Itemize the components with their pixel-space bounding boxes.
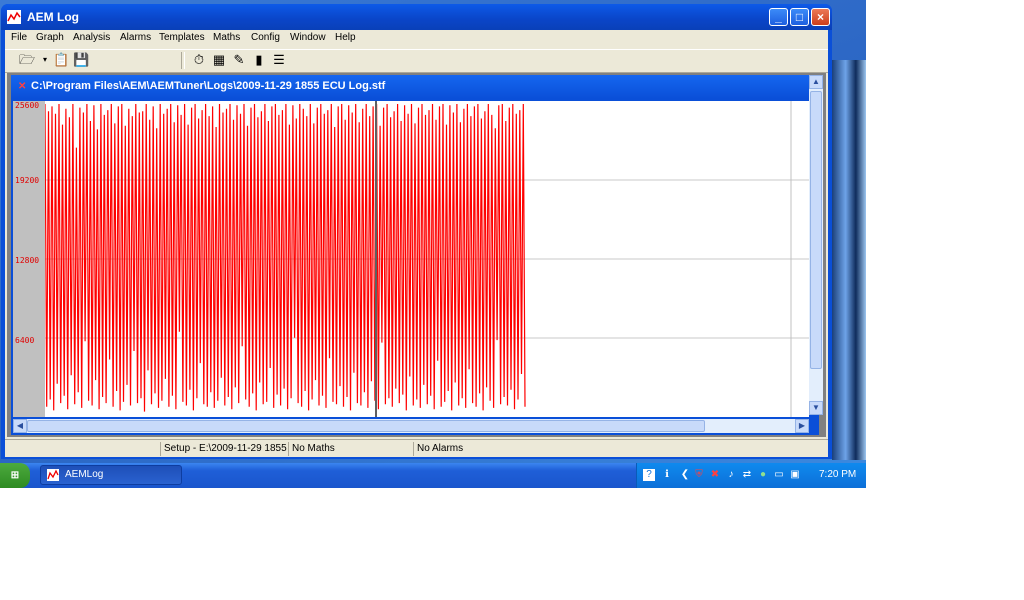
- window-title: AEM Log: [27, 10, 79, 24]
- pencil-icon[interactable]: ✎: [231, 52, 247, 68]
- close-button[interactable]: ×: [811, 8, 830, 26]
- y-axis: 25600 19200 12800 6400: [13, 101, 45, 417]
- menu-config[interactable]: Config: [251, 32, 280, 43]
- list-icon[interactable]: ☰: [271, 52, 287, 68]
- y-tick-label: 6400: [15, 336, 35, 345]
- scroll-left-button[interactable]: ◀: [13, 419, 27, 433]
- status-setup: Setup - E:\2009-11-29 1855: [160, 442, 287, 456]
- back-arrow-icon[interactable]: ❮: [679, 469, 691, 481]
- maximize-icon: □: [795, 10, 804, 24]
- info-icon[interactable]: ℹ: [661, 469, 673, 481]
- menu-alarms[interactable]: Alarms: [120, 32, 151, 43]
- horizontal-scroll-thumb[interactable]: [27, 420, 705, 432]
- menu-graph[interactable]: Graph: [36, 32, 64, 43]
- menu-window[interactable]: Window: [290, 32, 326, 43]
- app-client-area: File Graph Analysis Alarms Templates Mat…: [5, 30, 828, 457]
- menu-templates[interactable]: Templates: [159, 32, 205, 43]
- toolbar-separator: [181, 52, 185, 69]
- table-icon[interactable]: ▦: [211, 52, 227, 68]
- dropdown-arrow-icon[interactable]: ▾: [37, 52, 53, 68]
- save-icon[interactable]: 💾: [73, 52, 89, 68]
- close-icon: ×: [816, 10, 824, 24]
- taskbar: ⊞ AEMLog ? ℹ ❮ ⛨ ✖ ♪ ⇄ ● ▭ ▣ 7:20 PM: [0, 463, 866, 488]
- scroll-right-button[interactable]: ▶: [795, 419, 809, 433]
- help-icon[interactable]: ?: [643, 469, 655, 481]
- start-button[interactable]: ⊞: [0, 463, 30, 488]
- taskbar-button-aemlog[interactable]: AEMLog: [40, 465, 182, 485]
- app-icon: [7, 10, 21, 24]
- log-file-icon: ✕: [18, 81, 27, 92]
- mdi-workspace: ✕ C:\Program Files\AEM\AEMTuner\Logs\200…: [7, 73, 826, 437]
- log-child-window: ✕ C:\Program Files\AEM\AEMTuner\Logs\200…: [11, 75, 823, 435]
- app-icon: [47, 469, 59, 481]
- status-maths: No Maths: [288, 442, 335, 456]
- vertical-scroll-thumb[interactable]: [810, 91, 822, 369]
- scroll-up-button[interactable]: ▲: [809, 75, 823, 89]
- y-tick-label: 19200: [15, 176, 40, 185]
- minimize-icon: _: [775, 10, 782, 24]
- menu-maths[interactable]: Maths: [213, 32, 240, 43]
- system-tray: ? ℹ ❮ ⛨ ✖ ♪ ⇄ ● ▭ ▣ 7:20 PM: [636, 463, 866, 488]
- graph-panel[interactable]: 25600 19200 12800 6400: [13, 101, 809, 417]
- horizontal-scrollbar[interactable]: ◀ ▶: [13, 419, 809, 433]
- taskbar-label: AEMLog: [65, 469, 104, 480]
- desktop-wallpaper: [832, 60, 866, 460]
- app-window: AEM Log _ □ × File Graph Analysis Alarms…: [1, 4, 832, 459]
- stopwatch-icon[interactable]: ⏱: [191, 52, 207, 68]
- child-window-title: C:\Program Files\AEM\AEMTuner\Logs\2009-…: [31, 80, 386, 92]
- title-bar[interactable]: AEM Log _ □ ×: [1, 4, 832, 30]
- alert-icon[interactable]: ✖: [709, 469, 721, 481]
- y-tick-label: 12800: [15, 256, 40, 265]
- maximize-button[interactable]: □: [790, 8, 809, 26]
- menu-bar: File Graph Analysis Alarms Templates Mat…: [5, 30, 361, 47]
- network-icon[interactable]: ⇄: [741, 469, 753, 481]
- minimize-button[interactable]: _: [769, 8, 788, 26]
- display-icon[interactable]: ▣: [789, 469, 801, 481]
- plot-area[interactable]: [45, 101, 809, 417]
- y-tick-label: 25600: [15, 101, 40, 110]
- clock: 7:20 PM: [819, 469, 857, 480]
- menu-help[interactable]: Help: [335, 32, 356, 43]
- scroll-down-button[interactable]: ▼: [809, 401, 823, 415]
- desktop: AEM Log _ □ × File Graph Analysis Alarms…: [0, 0, 866, 488]
- toolbar: 🗁 ▾ 📋 💾 ⏱ ▦ ✎ ▮ ☰: [5, 49, 828, 73]
- status-alarms: No Alarms: [413, 442, 463, 456]
- bar-chart-icon[interactable]: ▮: [251, 52, 267, 68]
- menu-analysis[interactable]: Analysis: [73, 32, 110, 43]
- open-folder-icon[interactable]: 🗁: [19, 52, 35, 68]
- speaker-icon[interactable]: ♪: [725, 469, 737, 481]
- series-line: [45, 101, 526, 417]
- menu-file[interactable]: File: [11, 32, 27, 43]
- series-line: [45, 103, 526, 412]
- status-icon[interactable]: ●: [757, 469, 769, 481]
- child-title-bar[interactable]: ✕ C:\Program Files\AEM\AEMTuner\Logs\200…: [11, 75, 819, 99]
- monitor-icon[interactable]: ▭: [773, 469, 785, 481]
- clipboard-icon[interactable]: 📋: [53, 52, 69, 68]
- security-icon[interactable]: ⛨: [693, 469, 705, 481]
- vertical-scrollbar[interactable]: ▲ ▼: [809, 75, 823, 415]
- status-bar: Setup - E:\2009-11-29 1855 No Maths No A…: [5, 439, 828, 458]
- start-flag-icon: ⊞: [10, 470, 20, 481]
